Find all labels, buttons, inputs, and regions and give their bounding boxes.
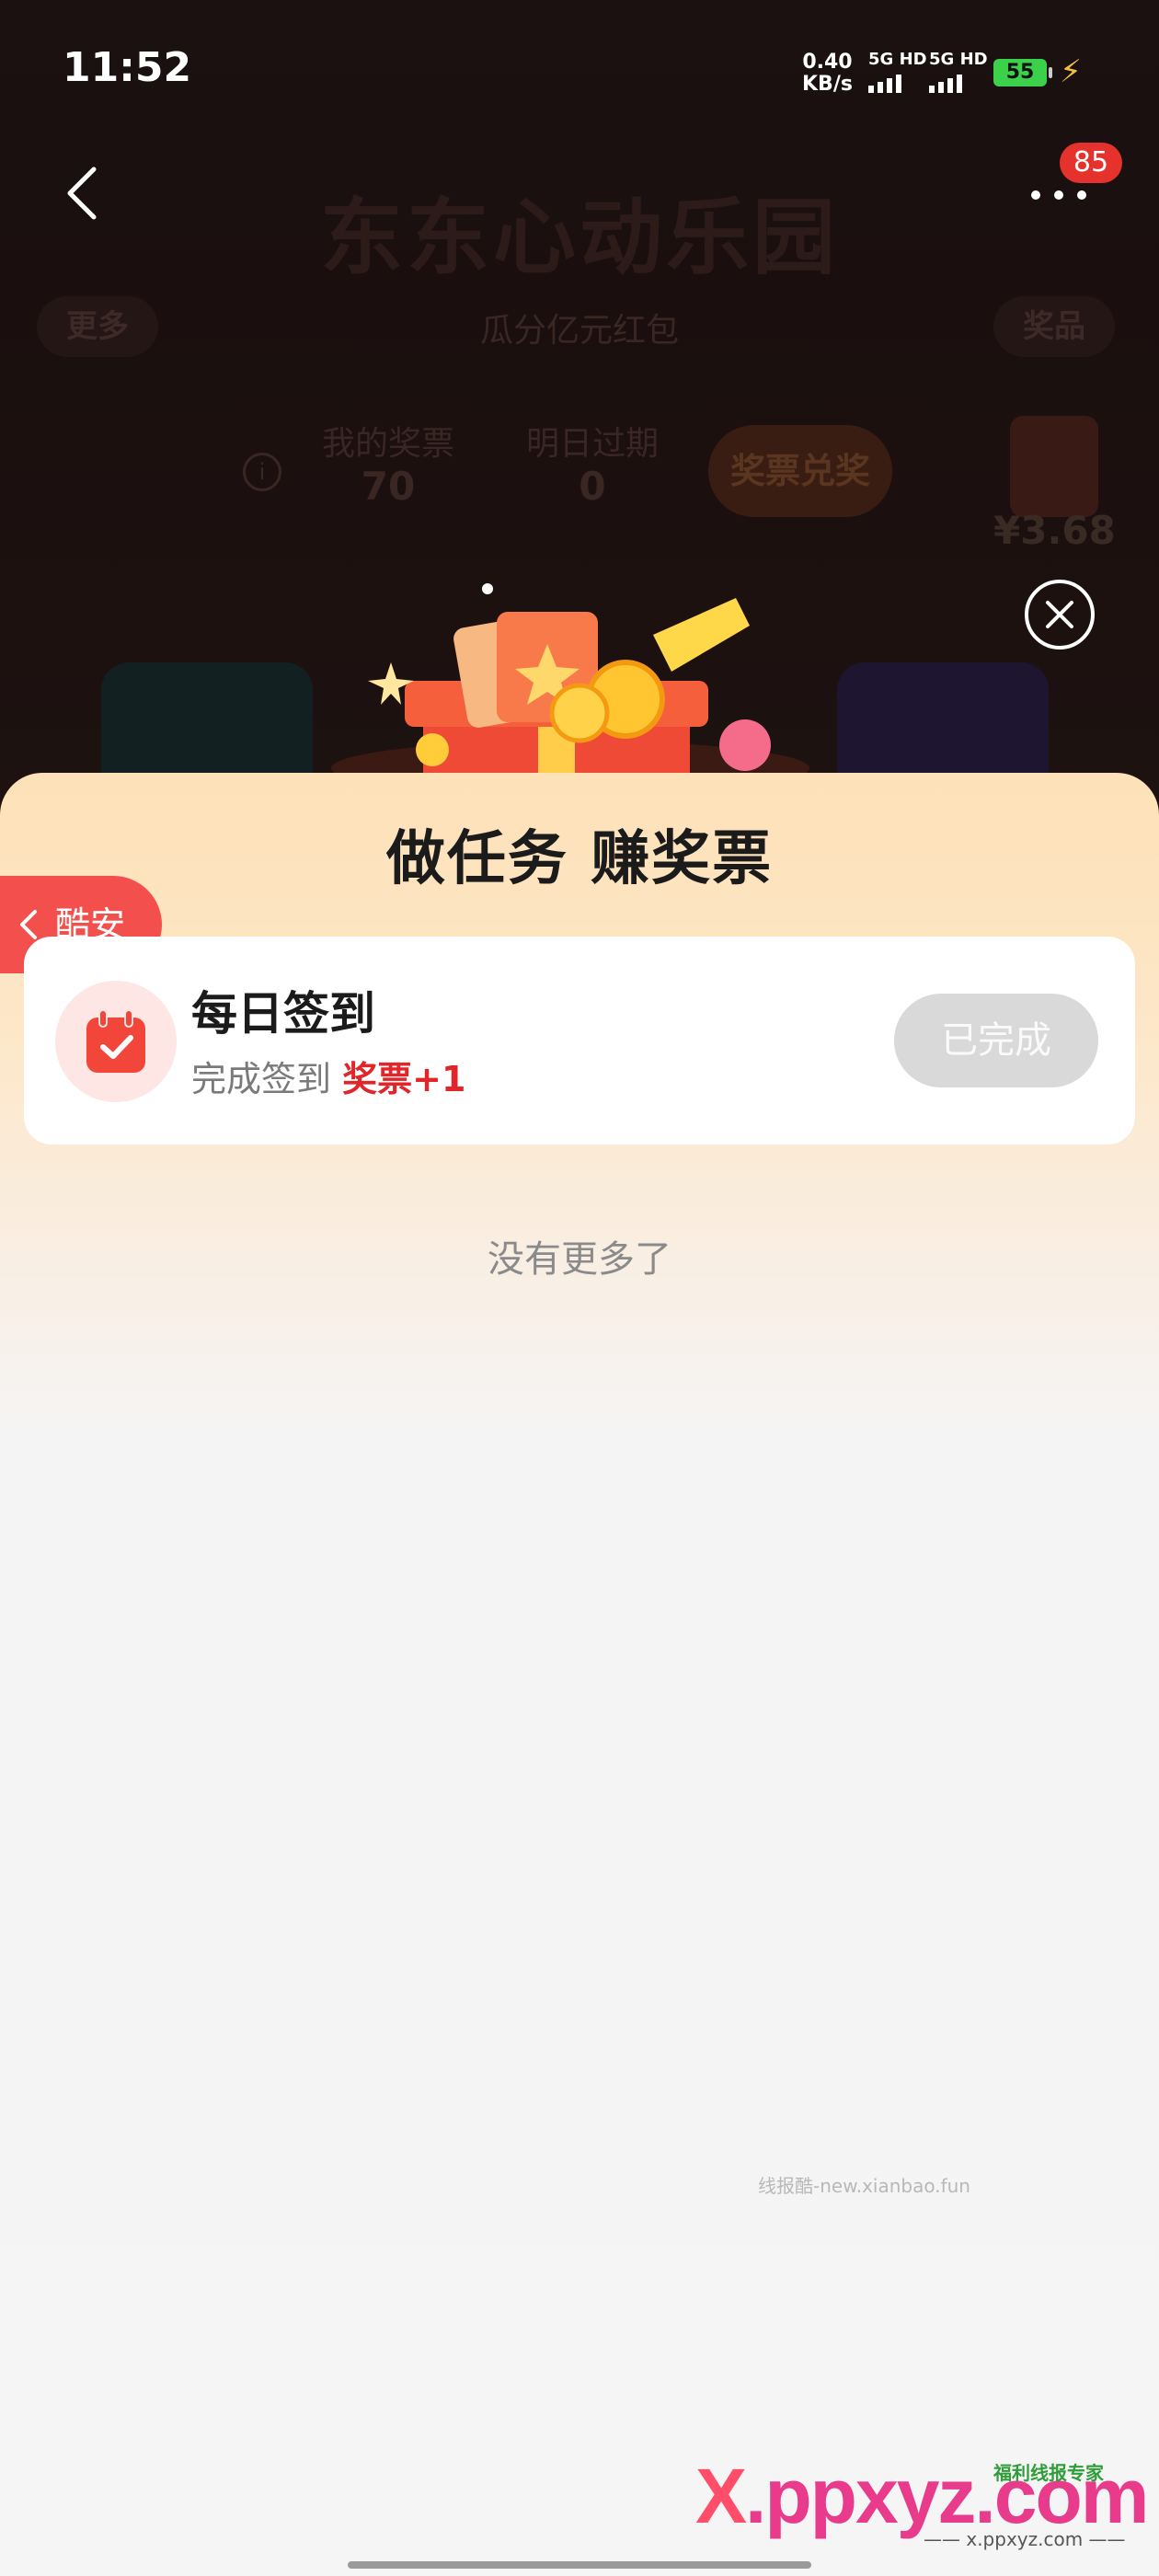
my-tickets-stat: 我的奖票 70 [322, 423, 454, 508]
sim2-signal-icon: 5G HD [929, 50, 988, 93]
watermark-url: —— x.ppxyz.com —— [924, 2528, 1126, 2550]
prizes-button[interactable]: 奖品 [993, 296, 1115, 357]
sim2-label: 5G HD [929, 50, 988, 69]
task-description: 完成签到 奖票+1 [191, 1051, 465, 1101]
page-subtitle: 瓜分亿元红包 [479, 312, 679, 350]
network-speed-unit: KB/s [802, 73, 853, 96]
watermark-tag: 福利线报专家 [993, 2462, 1104, 2484]
my-tickets-value: 70 [361, 464, 416, 509]
red-envelope-icon[interactable] [1010, 416, 1098, 517]
sim1-label: 5G HD [868, 50, 927, 69]
task-desc-text: 完成签到 [191, 1059, 332, 1099]
network-speed-value: 0.40 [802, 51, 853, 74]
home-indicator[interactable] [348, 2561, 811, 2569]
battery-icon: 55 [993, 59, 1052, 86]
more-button[interactable]: 更多 [37, 296, 158, 357]
end-of-list-text: 没有更多了 [488, 1238, 671, 1281]
calendar-check-icon [86, 1009, 145, 1073]
network-speed: 0.40 KB/s [802, 52, 853, 96]
sheet-title: 做任务 赚奖票 [385, 825, 774, 893]
charging-bolt-icon: ⚡ [1060, 53, 1082, 90]
page-title: 东东心动乐园 [320, 190, 839, 286]
task-reward: 奖票+1 [342, 1059, 466, 1099]
prize-price: ¥3.68 [993, 508, 1116, 553]
sim1-signal-icon: 5G HD [868, 50, 927, 93]
chevron-left-icon [20, 910, 37, 939]
treasure-box-illustration [331, 583, 809, 782]
redeem-button[interactable]: 奖票兑奖 [708, 425, 892, 517]
status-bar: 11:52 0.40 KB/s 5G HD 5G HD 55 ⚡ [0, 0, 1159, 138]
expire-stat: 明日过期 0 [526, 423, 659, 508]
expire-label: 明日过期 [526, 425, 660, 463]
close-icon[interactable] [1023, 578, 1096, 651]
expire-value: 0 [579, 464, 606, 509]
task-icon-wrap [55, 981, 177, 1102]
watermark-logo-x: X [695, 2453, 747, 2539]
my-tickets-label: 我的奖票 [322, 425, 455, 463]
task-name: 每日签到 [191, 987, 375, 1041]
status-time: 11:52 [63, 44, 192, 91]
completed-button[interactable]: 已完成 [894, 994, 1098, 1087]
background-page: 11:52 0.40 KB/s 5G HD 5G HD 55 ⚡ 85 东东心动… [0, 0, 1159, 828]
task-card-daily-checkin: 每日签到 完成签到 奖票+1 已完成 [24, 937, 1135, 1144]
info-icon[interactable]: i [243, 453, 281, 491]
watermark-text: 线报酷-new.xianbao.fun [758, 2175, 970, 2197]
